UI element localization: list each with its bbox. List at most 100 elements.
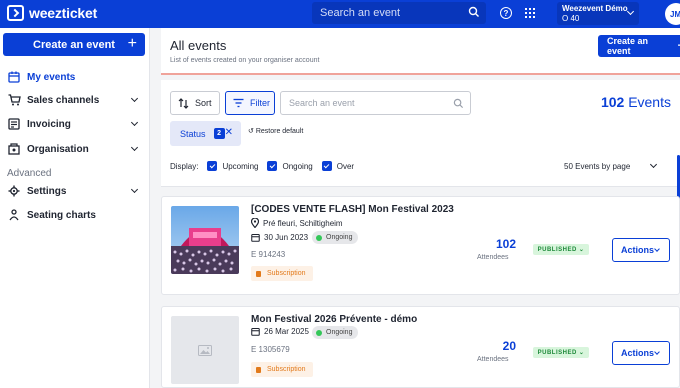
- sort-icon: [178, 97, 189, 109]
- close-icon[interactable]: ✕: [225, 127, 233, 138]
- event-title[interactable]: Mon Festival 2026 Prévente - démo: [251, 314, 417, 325]
- event-tag: Subscription: [251, 362, 313, 377]
- sort-label: Sort: [195, 98, 212, 108]
- avatar[interactable]: JM: [665, 3, 680, 25]
- sidebar-item-invoicing[interactable]: Invoicing: [7, 115, 145, 133]
- actions-button[interactable]: Actions: [612, 238, 670, 262]
- attendees-label: Attendees: [477, 254, 509, 261]
- upcoming-label: Upcoming: [222, 161, 259, 171]
- organisation-id: O 40: [562, 14, 580, 23]
- publish-status-badge[interactable]: PUBLISHED ⌄: [533, 244, 589, 255]
- plus-icon: +: [127, 35, 137, 52]
- event-location: Pré fleuri, Schiltigheim: [251, 218, 343, 228]
- sidebar-item-label: Seating charts: [27, 209, 96, 221]
- event-location-text: Pré fleuri, Schiltigheim: [263, 218, 343, 228]
- filters-panel: Sort Filter Search an event 102 Events S…: [161, 80, 680, 187]
- sidebar-section-advanced: Advanced: [7, 168, 52, 179]
- logo-icon: [7, 5, 24, 21]
- cart-icon: [7, 93, 21, 107]
- chevron-down-icon[interactable]: [649, 160, 658, 169]
- actions-button[interactable]: Actions: [612, 341, 670, 365]
- events-total: 102 Events: [601, 94, 671, 110]
- ongoing-label: Ongoing: [282, 161, 313, 171]
- search-icon: [453, 98, 464, 109]
- over-checkbox[interactable]: [321, 161, 332, 171]
- subscription-icon: [256, 270, 261, 277]
- event-title[interactable]: [CODES VENTE FLASH] Mon Festival 2023: [251, 204, 454, 215]
- sidebar-item-label: My events: [27, 71, 76, 83]
- event-card[interactable]: Mon Festival 2026 Prévente - démo 26 Mar…: [161, 306, 680, 388]
- event-tag-text: Subscription: [267, 270, 306, 277]
- chevron-down-icon: [130, 143, 139, 152]
- chevron-down-icon: [130, 94, 139, 103]
- global-search-input[interactable]: Search an event: [312, 2, 486, 24]
- event-date: 30 Jun 2023: [251, 233, 308, 242]
- create-event-header-button[interactable]: Create an event +: [598, 35, 680, 57]
- filter-label: Filter: [250, 98, 270, 108]
- chevron-down-icon: ⌄: [578, 247, 585, 253]
- per-page-select[interactable]: 50 Events by page: [564, 162, 630, 171]
- event-search-input[interactable]: Search an event: [280, 91, 471, 115]
- sidebar-item-label: Settings: [27, 185, 67, 197]
- chevron-down-icon: [130, 118, 139, 127]
- upcoming-checkbox[interactable]: [207, 161, 218, 171]
- event-image: [171, 206, 239, 274]
- sidebar-item-seating-charts[interactable]: Seating charts: [7, 206, 145, 224]
- event-status-text: Ongoing: [326, 234, 353, 241]
- over-label: Over: [336, 161, 355, 171]
- page-subtitle: List of events created on your organiser…: [170, 57, 320, 64]
- event-card[interactable]: [CODES VENTE FLASH] Mon Festival 2023 Pr…: [161, 196, 680, 295]
- event-tag-text: Subscription: [267, 366, 306, 373]
- calendar-icon: [251, 233, 260, 242]
- attendees-count: 20: [502, 339, 516, 353]
- actions-label: Actions: [621, 245, 655, 255]
- display-options: Display: Upcoming Ongoing Over: [170, 161, 354, 171]
- seating-icon: [7, 208, 21, 222]
- status-chip-label: Status: [180, 128, 206, 139]
- event-date-text: 26 Mar 2025: [264, 327, 309, 336]
- search-icon[interactable]: [468, 6, 480, 18]
- create-event-button[interactable]: Create an event +: [3, 33, 145, 56]
- sidebar-item-my-events[interactable]: My events: [7, 68, 145, 86]
- chevron-down-icon: [654, 246, 660, 252]
- create-event-label: Create an event: [33, 38, 115, 51]
- sort-button[interactable]: Sort: [170, 91, 220, 115]
- event-date-text: 30 Jun 2023: [264, 233, 309, 242]
- status-chip-count: 2: [213, 128, 225, 139]
- ongoing-checkbox[interactable]: [267, 161, 278, 171]
- event-id: E 914243: [251, 250, 286, 259]
- publish-status-text: PUBLISHED: [537, 349, 577, 356]
- event-status-text: Ongoing: [326, 329, 353, 336]
- filter-button[interactable]: Filter: [225, 91, 275, 115]
- subscription-icon: [256, 366, 261, 373]
- publish-status-badge[interactable]: PUBLISHED ⌄: [533, 347, 589, 358]
- building-icon: [7, 142, 21, 156]
- sidebar-item-sales-channels[interactable]: Sales channels: [7, 91, 145, 109]
- brand-logo[interactable]: weezticket: [7, 5, 97, 21]
- sidebar-item-settings[interactable]: Settings: [7, 182, 145, 200]
- event-status-badge: Ongoing: [312, 231, 359, 244]
- apps-grid-icon[interactable]: [525, 8, 535, 18]
- status-dot-icon: [316, 234, 322, 241]
- gear-icon: [7, 184, 21, 198]
- page-header: All events List of events created on you…: [161, 28, 680, 75]
- invoice-icon: [7, 117, 21, 131]
- event-tag: Subscription: [251, 266, 313, 281]
- sidebar-item-organisation[interactable]: Organisation: [7, 140, 145, 158]
- chevron-down-icon: ⌄: [578, 350, 585, 356]
- chevron-down-icon: [130, 185, 139, 194]
- event-status-badge: Ongoing: [312, 326, 359, 339]
- status-dot-icon: [316, 329, 322, 336]
- organisation-switcher[interactable]: Weezevent Démo O 40: [557, 2, 639, 25]
- location-pin-icon: [251, 218, 259, 228]
- events-total-count: 102: [600, 94, 625, 110]
- status-filter-chip[interactable]: Status 2 ✕: [170, 121, 241, 146]
- help-icon[interactable]: ?: [500, 7, 512, 19]
- brand-name: weezticket: [29, 5, 98, 21]
- display-label: Display:: [170, 161, 199, 171]
- restore-default-link[interactable]: ↺ Restore default: [248, 127, 303, 135]
- event-date: 26 Mar 2025: [251, 327, 309, 336]
- publish-status-text: PUBLISHED: [537, 246, 577, 253]
- calendar-icon: [7, 70, 21, 84]
- events-total-label: Events: [628, 94, 671, 110]
